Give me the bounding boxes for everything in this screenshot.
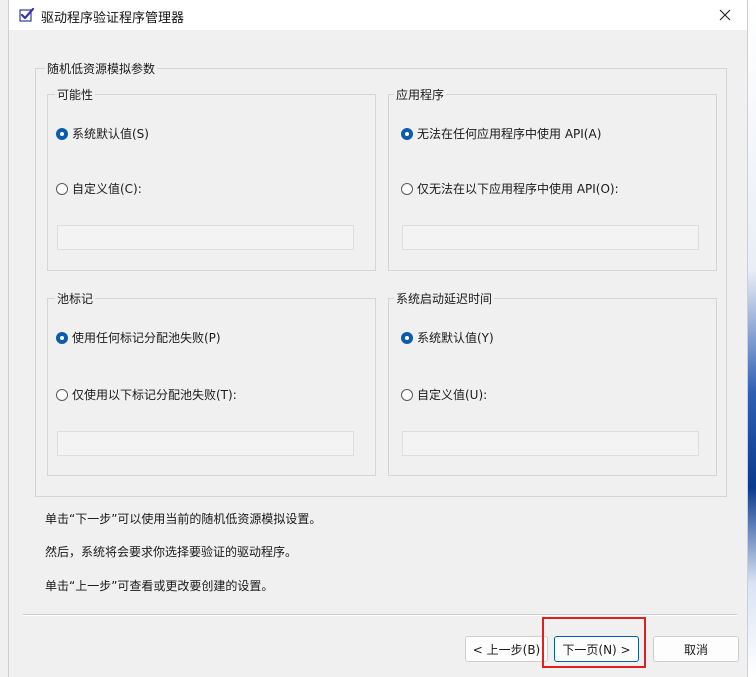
radio-unchecked-icon	[56, 388, 68, 401]
application-any-radio[interactable]: 无法在任何应用程序中使用 API(A)	[401, 125, 601, 142]
pool-tag-only-radio[interactable]: 仅使用以下标记分配池失败(T):	[56, 386, 237, 403]
startup-delay-input[interactable]	[402, 431, 699, 456]
radio-unchecked-icon	[401, 388, 413, 401]
info-line-back: 单击“上一步”可查看或更改要创建的设置。	[45, 579, 274, 593]
info-line-next: 单击“下一步”可以使用当前的随机低资源模拟设置。	[45, 512, 322, 526]
info-line-then: 然后，系统将会要求你选择要验证的驱动程序。	[45, 545, 298, 559]
possibility-title: 可能性	[55, 86, 96, 103]
radio-checked-icon	[401, 331, 413, 344]
driver-verifier-app-icon	[19, 7, 35, 23]
close-button[interactable]	[703, 0, 747, 30]
startup-delay-default-label: 系统默认值(Y)	[417, 331, 494, 345]
possibility-custom-input[interactable]	[57, 225, 354, 250]
radio-unchecked-icon	[56, 182, 68, 195]
possibility-custom-label: 自定义值(C):	[72, 182, 142, 196]
pool-tag-any-label: 使用任何标记分配池失败(P)	[72, 331, 221, 345]
back-button[interactable]: < 上一步(B)	[465, 636, 548, 662]
window-title: 驱动程序验证程序管理器	[41, 11, 185, 26]
pool-tag-input[interactable]	[57, 431, 354, 456]
close-icon	[719, 9, 731, 21]
pool-tag-only-label: 仅使用以下标记分配池失败(T):	[72, 388, 237, 402]
next-button[interactable]: 下一页(N) >	[554, 636, 639, 662]
pool-tag-any-radio[interactable]: 使用任何标记分配池失败(P)	[56, 329, 221, 346]
radio-checked-icon	[56, 127, 68, 140]
application-only-radio[interactable]: 仅无法在以下应用程序中使用 API(O):	[401, 180, 619, 197]
cancel-button[interactable]: 取消	[653, 636, 739, 662]
application-list-input[interactable]	[402, 225, 699, 250]
radio-checked-icon	[401, 127, 413, 140]
startup-delay-default-radio[interactable]: 系统默认值(Y)	[401, 329, 494, 346]
application-any-label: 无法在任何应用程序中使用 API(A)	[417, 127, 602, 141]
footer-separator	[23, 614, 737, 616]
startup-delay-title: 系统启动延迟时间	[394, 290, 495, 307]
possibility-default-label: 系统默认值(S)	[72, 127, 149, 141]
pool-tag-title: 池标记	[55, 290, 96, 307]
startup-delay-custom-radio[interactable]: 自定义值(U):	[401, 386, 487, 403]
dialog-window: 驱动程序验证程序管理器 随机低资源模拟参数 可能性 系统默认值(S) 自定义值(…	[8, 0, 748, 677]
application-title: 应用程序	[394, 86, 447, 103]
startup-delay-custom-label: 自定义值(U):	[417, 388, 488, 402]
radio-unchecked-icon	[401, 182, 413, 195]
radio-checked-icon	[56, 331, 68, 344]
title-bar: 驱动程序验证程序管理器	[9, 0, 747, 30]
application-only-label: 仅无法在以下应用程序中使用 API(O):	[417, 182, 619, 196]
possibility-default-radio[interactable]: 系统默认值(S)	[56, 125, 149, 142]
low-resource-params-title: 随机低资源模拟参数	[45, 60, 158, 77]
possibility-custom-radio[interactable]: 自定义值(C):	[56, 180, 142, 197]
